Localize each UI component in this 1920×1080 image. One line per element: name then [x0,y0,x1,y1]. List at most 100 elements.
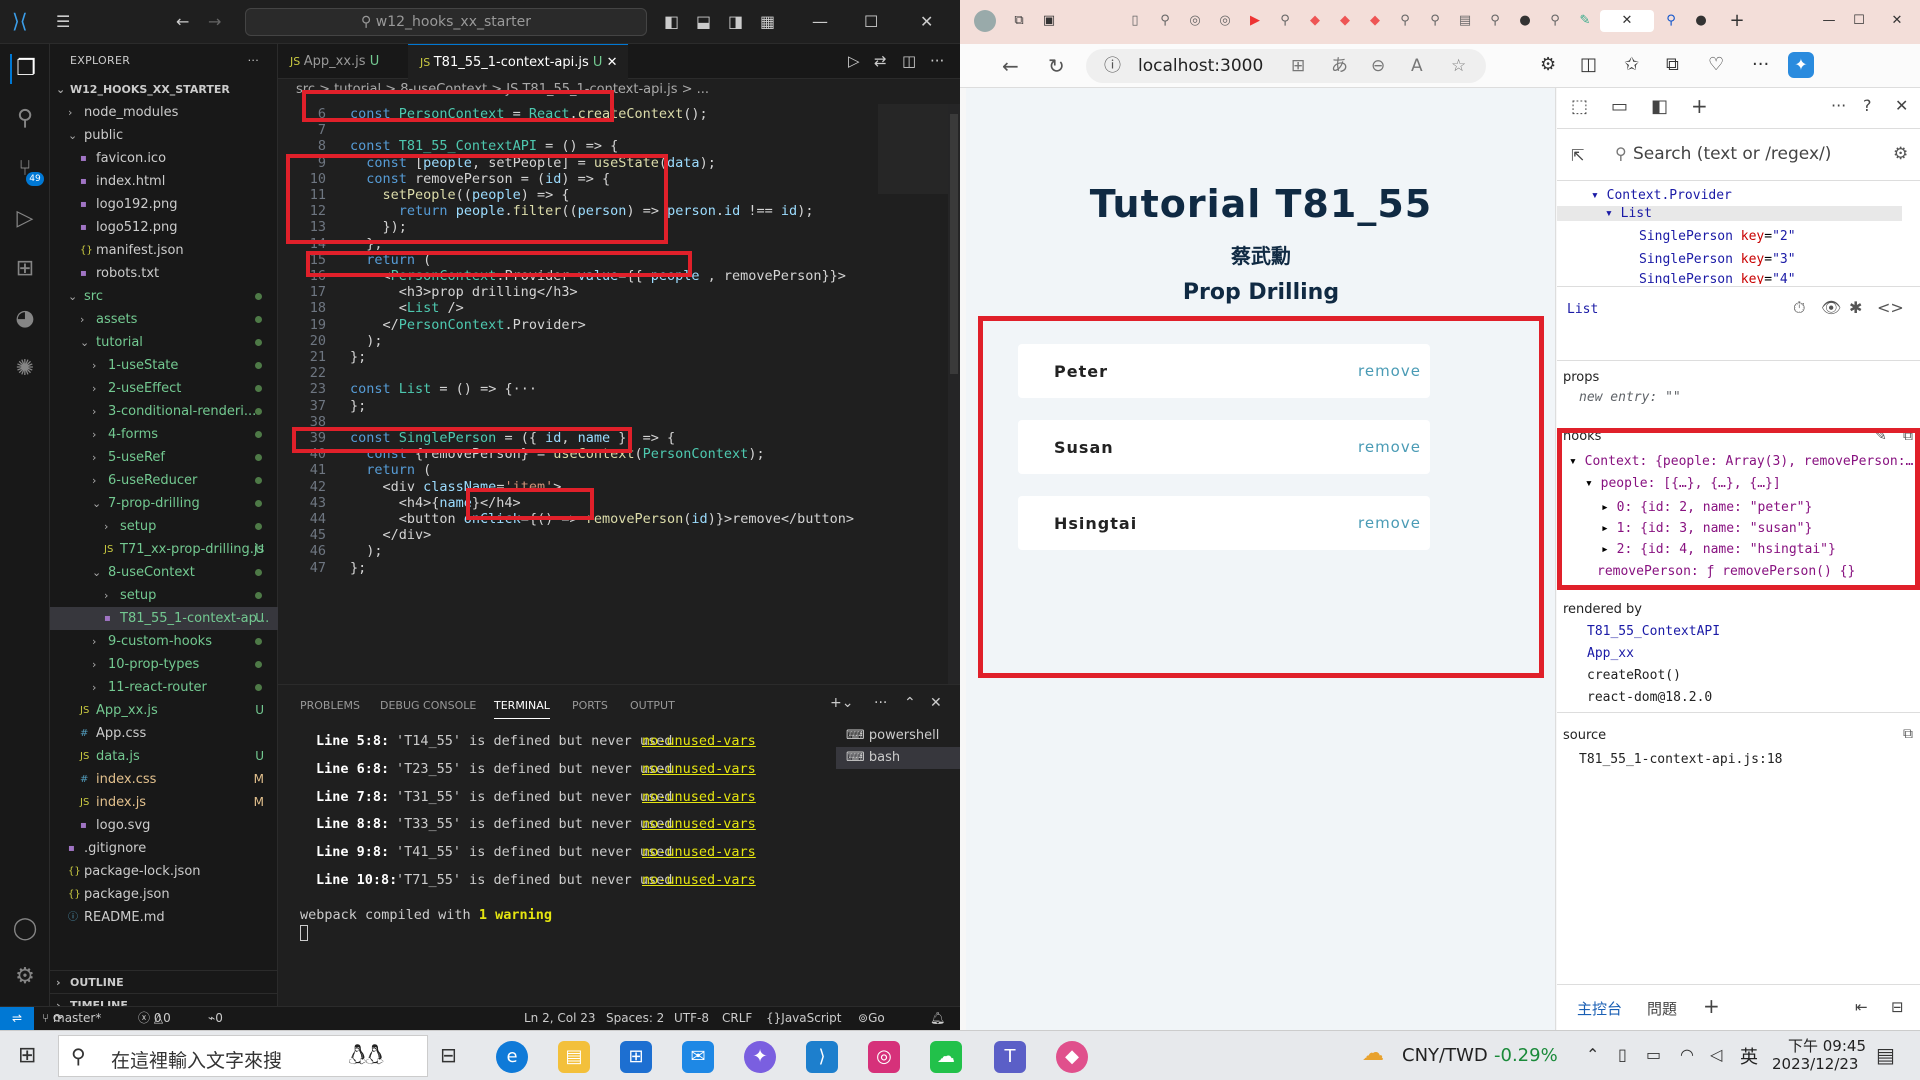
youtube-icon[interactable]: ▶ [1244,10,1266,32]
windows-start-icon[interactable]: ⊞ [18,1043,36,1068]
bug-icon[interactable]: ✱ [1849,298,1862,317]
problems-status[interactable]: ⓧ 0 △ 0 [138,1007,171,1029]
instagram-icon[interactable]: ◎ [868,1041,900,1073]
back-arrow-icon[interactable]: ← [176,12,189,31]
shell-bash[interactable]: ⌨ bash [836,747,960,769]
favorite-star-icon[interactable]: ☆ [1451,49,1466,83]
tree-folder[interactable]: › 1-useState [50,354,278,377]
teams-icon[interactable]: T [994,1041,1026,1073]
copy-icon[interactable]: ⧉ [1903,726,1913,742]
tab-favicon[interactable]: ✎ [1574,10,1596,32]
tree-folder[interactable]: › 2-useEffect [50,377,278,400]
run-debug-icon[interactable]: ▷ [10,204,40,234]
line-icon[interactable]: ☁ [930,1041,962,1073]
menu-icon[interactable]: ☰ [56,12,70,31]
tab-favicon[interactable]: ▤ [1454,10,1476,32]
tab-favicon[interactable]: ⚲ [1544,10,1566,32]
tree-folder[interactable]: › 5-useRef [50,446,278,469]
tab-debug-console[interactable]: DEBUG CONSOLE [380,699,476,712]
maximize-icon[interactable]: ☐ [1848,10,1870,32]
timer-icon[interactable]: ⏱ [1793,298,1805,318]
tree-folder[interactable]: › 4-forms [50,423,278,446]
clock-date[interactable]: 2023/12/23 [1772,1055,1858,1073]
tab-favicon[interactable]: ◎ [1214,10,1236,32]
close-tab-icon[interactable]: ✕ [1622,13,1633,28]
root-folder[interactable]: ⌄ W12_HOOKS_XX_STARTER [50,78,278,101]
file-explorer-icon[interactable]: ▤ [558,1041,590,1073]
paint-icon[interactable]: ◆ [1056,1041,1088,1073]
tree-folder[interactable]: › setup [50,584,278,607]
tree-single-person[interactable]: SinglePerson key="2" [1639,229,1796,244]
tree-file[interactable]: JS index.js M [50,791,278,814]
component-search-input[interactable]: Search (text or /regex/) [1633,144,1831,164]
tree-folder[interactable]: › node_modules [50,101,278,124]
warning-rule-link[interactable]: no-unused-vars [642,872,756,888]
minimize-icon[interactable]: — [1818,10,1840,32]
tree-file[interactable]: ▪ index.html [50,170,278,193]
close-devtools-icon[interactable]: ✕ [1895,96,1908,115]
tree-file[interactable]: ▪ .gitignore [50,837,278,860]
tree-folder[interactable]: › 9-custom-hooks [50,630,278,653]
tree-file[interactable]: ▪ robots.txt [50,262,278,285]
warning-rule-link[interactable]: no-unused-vars [642,816,756,832]
copilot-icon[interactable]: ✺ [10,354,40,384]
run-icon[interactable]: ▷ [848,52,860,70]
tree-folder[interactable]: › setup [50,515,278,538]
close-icon[interactable]: ✕ [1886,10,1908,32]
tab-favicon[interactable]: ◎ [1184,10,1206,32]
tree-single-person[interactable]: SinglePerson key="4" [1639,272,1796,284]
more-icon[interactable]: ··· [1752,54,1769,75]
more-icon[interactable]: ··· [874,695,887,711]
tree-folder[interactable]: ⌄ tutorial [50,331,278,354]
settings-gear-icon[interactable]: ⚙ [10,962,40,992]
favorites-icon[interactable]: ✩ [1624,54,1639,75]
tab-favicon[interactable]: ▯ [1124,10,1146,32]
vertical-scrollbar[interactable] [948,104,960,684]
dock-drawer-icon[interactable]: ⇤ [1855,998,1868,1016]
tab-ports[interactable]: PORTS [572,699,608,712]
source-location[interactable]: T81_55_1-context-api.js:18 [1579,752,1783,767]
read-aloud-icon[interactable]: A [1411,49,1423,83]
stock-change[interactable]: -0.29% [1494,1045,1558,1066]
compare-icon[interactable]: ⇄ [874,52,887,70]
tree-file[interactable]: ⓘ README.md [50,906,278,929]
toggle-panel-icon[interactable]: ⬓ [696,12,711,31]
tree-single-person[interactable]: SinglePerson key="3" [1639,252,1796,267]
more-actions-icon[interactable]: ··· [248,44,259,78]
notification-icon[interactable]: ▤ [1876,1043,1895,1067]
shell-powershell[interactable]: ⌨ powershell [836,725,960,747]
more-icon[interactable]: ··· [930,52,944,70]
tree-file[interactable]: {} manifest.json [50,239,278,262]
tree-file[interactable]: {} package-lock.json [50,860,278,883]
tree-folder[interactable]: ⌄ src [50,285,278,308]
split-editor-icon[interactable]: ◫ [902,52,916,70]
close-icon[interactable]: ✕ [920,12,933,31]
minimize-icon[interactable]: — [812,12,828,31]
active-tab[interactable]: ✕ [1600,10,1654,32]
collections-icon[interactable]: ⧉ [1666,54,1679,75]
back-arrow-icon[interactable]: ← [1002,54,1019,78]
tree-folder[interactable]: › 10-prop-types [50,653,278,676]
end-of-line[interactable]: CRLF [722,1007,752,1029]
indentation[interactable]: Spaces: 2 [606,1007,664,1029]
new-tab-icon[interactable]: + [1726,10,1748,32]
copilot-icon[interactable]: ✦ [744,1041,776,1073]
url-input[interactable]: ⓘ localhost:3000 ⊞ あ ⊖ A ☆ [1086,49,1486,83]
expand-drawer-icon[interactable]: ⊟ [1891,998,1904,1016]
copilot-icon[interactable]: ✦ [1788,52,1814,78]
clock-time[interactable]: 下午 09:45 [1788,1035,1866,1056]
tab-app-xx[interactable]: JS App_xx.js U [278,44,408,79]
rendered-by-item[interactable]: T81_55_ContextAPI [1587,624,1720,639]
store-icon[interactable]: ⊞ [620,1041,652,1073]
code-line[interactable]: 47}; [278,558,878,578]
notifications-bell-icon[interactable]: 🔔︎ [930,1007,945,1029]
tab-favicon[interactable]: ◆ [1304,10,1326,32]
chevron-up-icon[interactable]: ⌃ [1586,1045,1599,1064]
toggle-sidebar-icon[interactable]: ◧ [664,12,679,31]
mail-icon[interactable]: ✉ [682,1041,714,1073]
warning-rule-link[interactable]: no-unused-vars [642,844,756,860]
toggle-secondary-sidebar-icon[interactable]: ◨ [728,12,743,31]
stock-pair[interactable]: CNY/TWD [1402,1045,1488,1066]
tree-file[interactable]: JS App_xx.js U [50,699,278,722]
search-icon[interactable]: ⚲ [10,104,40,134]
